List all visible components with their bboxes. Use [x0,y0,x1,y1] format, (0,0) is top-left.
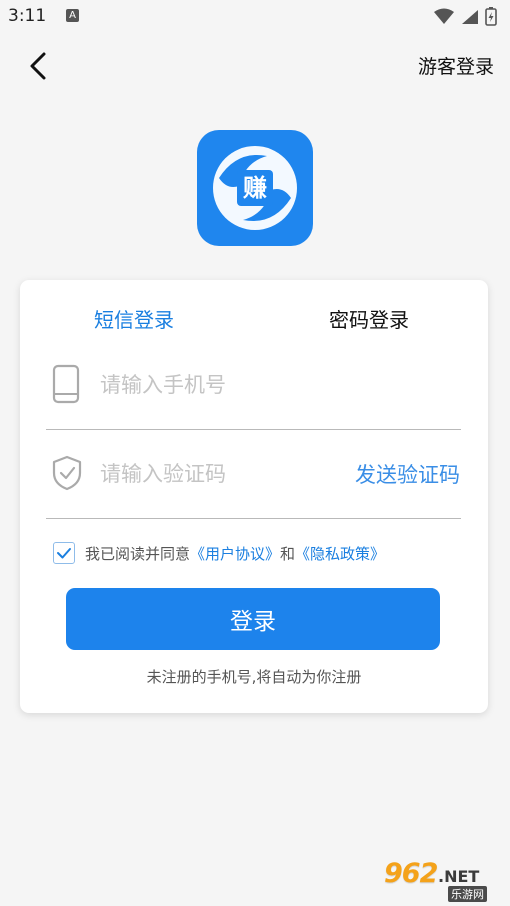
signal-icon [462,10,478,24]
wifi-icon [434,8,454,24]
shield-icon [51,455,83,495]
logo-char: 赚 [243,174,267,202]
phone-input[interactable] [100,370,430,400]
code-input[interactable] [100,459,330,489]
battery-icon [485,7,497,26]
notification-icon: A [66,9,79,22]
phone-divider [46,429,461,430]
agreement-text: 我已阅读并同意《用户协议》和《隐私政策》 [85,543,385,564]
agreement-and: 和 [280,545,296,563]
watermark-brand: 962 [384,858,438,889]
top-bar: 游客登录 [0,38,510,94]
back-button[interactable] [18,48,58,84]
privacy-policy-link[interactable]: 《隐私政策》 [295,545,385,563]
agreement-checkbox[interactable] [53,542,75,564]
login-button[interactable]: 登录 [66,588,440,650]
tab-sms-login[interactable]: 短信登录 [94,304,174,333]
login-card: 短信登录 密码登录 发送验证码 我已阅读并同意《用户协议》和《隐私政策》 登录 … [20,280,488,713]
phone-icon [51,364,81,408]
register-hint: 未注册的手机号,将自动为你注册 [146,668,362,686]
tab-password-login[interactable]: 密码登录 [329,304,409,333]
watermark-sub: 乐游网 [448,886,487,902]
checkmark-icon [57,548,71,559]
code-divider [46,518,461,519]
app-logo: 赚 [197,130,313,246]
watermark-logo: 962 .NET 乐游网 [376,858,504,902]
guest-login-link[interactable]: 游客登录 [418,52,494,79]
status-icons [432,7,500,31]
chevron-left-icon [30,52,46,80]
status-bar: 3:11 A [0,0,510,34]
watermark-net: .NET [438,867,480,886]
user-agreement-link[interactable]: 《用户协议》 [190,545,280,563]
agreement-prefix: 我已阅读并同意 [85,545,191,563]
send-code-button[interactable]: 发送验证码 [355,459,460,489]
status-time: 3:11 [8,6,47,26]
